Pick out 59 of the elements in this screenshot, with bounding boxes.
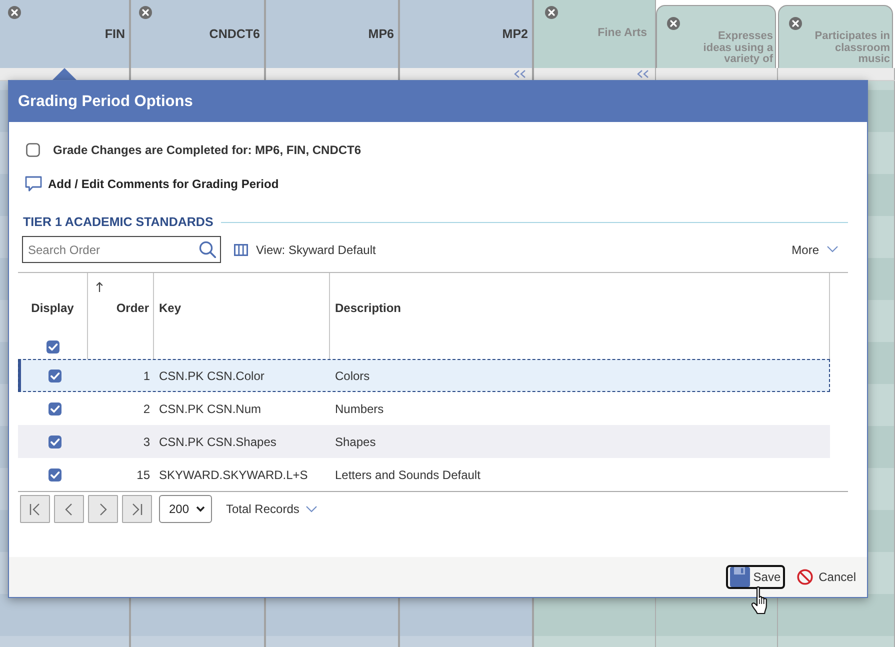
checkbox-label: Grade Changes are Completed for: MP6, FIN, CNDCT6 (53, 142, 362, 158)
chevron-down-icon (196, 506, 205, 512)
row-checkbox[interactable] (48, 402, 62, 416)
double-chevron-left-icon[interactable] (513, 70, 526, 78)
table-cell: SKYWARD.SKYWARD.L+S (159, 468, 308, 482)
chevron-down-icon (827, 246, 838, 253)
total-records-button[interactable]: Total Records (226, 500, 318, 518)
table-cell: Shapes (335, 434, 376, 448)
prohibited-icon (796, 569, 813, 585)
search-field[interactable]: Search Order (22, 236, 221, 263)
completed-checkbox[interactable] (26, 142, 40, 156)
row-checkbox[interactable] (48, 434, 62, 448)
table-cell: 3 (143, 434, 150, 448)
table-cell: Colors (335, 368, 370, 382)
last-page-button[interactable] (122, 495, 152, 523)
table-cell: CSN.PK CSN.Shapes (159, 434, 276, 448)
view-button[interactable]: View: Skyward Default (234, 240, 376, 258)
search-icon[interactable] (199, 241, 216, 258)
close-icon[interactable] (139, 6, 152, 19)
table-cell: CSN.PK CSN.Color (159, 368, 264, 382)
close-icon[interactable] (667, 17, 680, 30)
dialog-title: Grading Period Options (9, 81, 867, 122)
column-header[interactable]: Order (116, 299, 149, 317)
page-size-select[interactable]: 200 (159, 495, 212, 523)
add-comments-link[interactable]: Add / Edit Comments for Grading Period (25, 175, 279, 192)
section-title: TIER 1 ACADEMIC STANDARDS (23, 214, 214, 231)
column-header[interactable]: Description (335, 299, 402, 317)
close-icon[interactable] (545, 6, 558, 19)
columns-icon (234, 244, 248, 256)
column-header[interactable]: Display (31, 299, 74, 317)
table-row[interactable]: 1 CSN.PK CSN.Color Colors (18, 359, 830, 392)
column-header[interactable]: FIN (0, 0, 131, 68)
select-all-checkbox[interactable] (46, 340, 60, 354)
first-page-icon (29, 502, 41, 516)
table-cell: Letters and Sounds Default (335, 468, 480, 482)
chevron-right-icon (97, 502, 109, 516)
row-checkbox[interactable] (48, 368, 62, 382)
table-cell: 2 (143, 402, 150, 416)
cancel-button[interactable]: Cancel (792, 565, 860, 589)
table-cell: Numbers (335, 402, 384, 416)
save-button[interactable]: Save (726, 565, 785, 589)
first-page-button[interactable] (20, 495, 50, 523)
column-header[interactable]: Key (159, 299, 182, 317)
table-row[interactable]: 3 CSN.PK CSN.Shapes Shapes (18, 425, 830, 458)
close-icon[interactable] (8, 6, 21, 19)
speech-bubble-icon (25, 176, 42, 192)
last-page-icon (131, 502, 143, 516)
chevron-left-icon (63, 502, 75, 516)
table-cell: 1 (143, 368, 150, 382)
column-header[interactable]: MP2 (400, 0, 534, 68)
table-cell: CSN.PK CSN.Num (159, 402, 262, 416)
double-chevron-left-icon[interactable] (636, 70, 649, 78)
chevron-down-icon (306, 506, 318, 512)
table-cell: 15 (136, 468, 150, 482)
column-header[interactable]: CNDCT6 (131, 0, 266, 68)
row-checkbox[interactable] (48, 468, 62, 482)
column-header[interactable]: MP6 (266, 0, 400, 68)
more-button[interactable]: More (792, 240, 838, 258)
close-icon[interactable] (789, 17, 802, 30)
